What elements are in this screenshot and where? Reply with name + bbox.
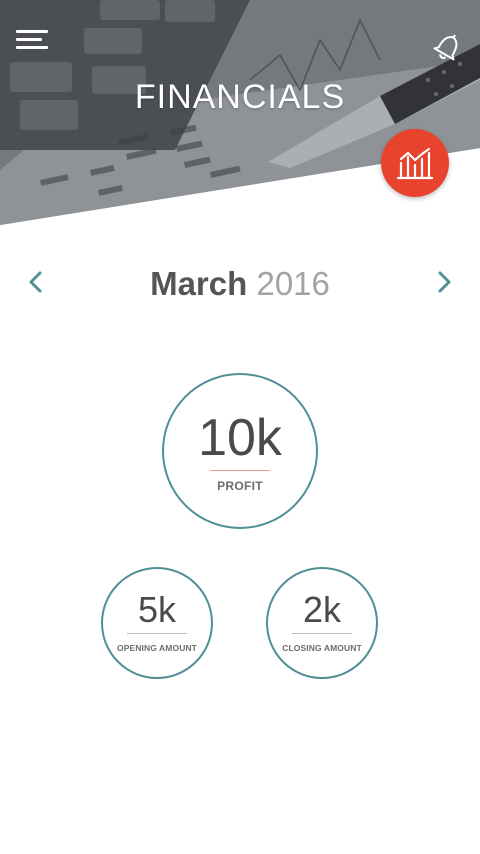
profit-divider — [210, 470, 270, 471]
closing-amount-value: 2k — [302, 589, 342, 630]
menu-bar — [16, 46, 48, 49]
next-month-button[interactable] — [430, 268, 458, 296]
profit-stat: 10k PROFIT — [162, 373, 318, 529]
opening-amount-stat: 5k OPENING AMOUNT — [101, 567, 213, 679]
month-name: March — [150, 265, 248, 302]
menu-button[interactable] — [16, 28, 50, 52]
closing-amount-stat: 2k CLOSING AMOUNT — [266, 567, 378, 679]
opening-amount-label: OPENING AMOUNT — [117, 643, 197, 653]
opening-amount-divider — [127, 633, 187, 634]
opening-amount-value: 5k — [137, 589, 177, 630]
menu-bar — [16, 30, 48, 33]
notification-button[interactable] — [430, 30, 466, 64]
profit-value: 10k — [198, 409, 282, 467]
closing-amount-label: CLOSING AMOUNT — [282, 643, 362, 653]
month-year: 2016 — [256, 265, 330, 302]
analytics-button[interactable] — [381, 129, 449, 197]
bar-chart-icon — [396, 147, 434, 180]
current-month: March 2016 — [0, 264, 480, 304]
bell-icon — [433, 34, 458, 61]
month-selector: March 2016 — [0, 258, 480, 308]
menu-bar — [16, 38, 42, 41]
profit-label: PROFIT — [217, 479, 263, 493]
page-title: FINANCIALS — [134, 78, 346, 116]
closing-amount-divider — [292, 633, 352, 634]
chevron-right-icon — [438, 271, 451, 293]
